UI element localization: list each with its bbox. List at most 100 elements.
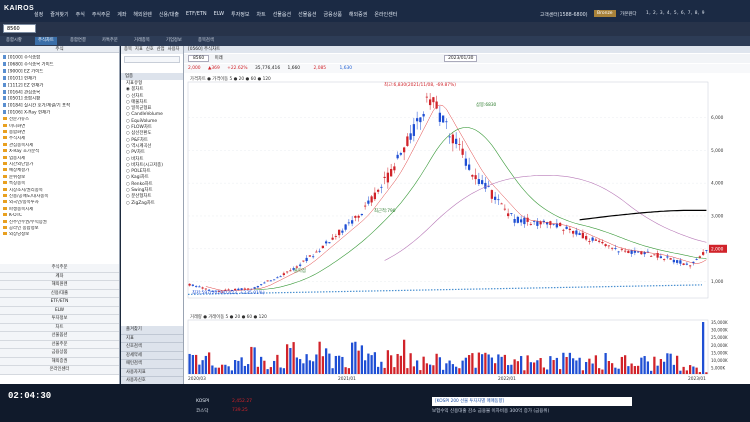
left-menu-item[interactable]: [0164] 관심종목 bbox=[3, 89, 116, 97]
volume-bar bbox=[331, 368, 334, 374]
indicator-button[interactable]: 지표 bbox=[121, 334, 183, 343]
price-volume-chart[interactable]: 6,000 5,000 4,000 3,000 2,000 1,000 최고:6,830(2… bbox=[184, 74, 750, 384]
volume-bar bbox=[409, 353, 412, 374]
menu-item[interactable]: 선물옵션 bbox=[273, 11, 291, 18]
volume-bar bbox=[380, 361, 383, 374]
category-button[interactable]: 온라인센터 bbox=[0, 366, 119, 375]
menu-item[interactable]: 온라인센터 bbox=[374, 11, 397, 18]
category-button[interactable]: 해외원렌 bbox=[0, 281, 119, 290]
category-button[interactable]: 금융상품 bbox=[0, 349, 119, 358]
category-button[interactable]: 투자정보 bbox=[0, 315, 119, 324]
candle-body bbox=[662, 259, 666, 260]
category-button[interactable]: 신용/대출 bbox=[0, 289, 119, 298]
left-menu-item[interactable]: [0184] 실시간 호가/체결/기 포착 bbox=[3, 103, 116, 110]
indicator-tab[interactable]: 지표 bbox=[135, 46, 143, 54]
volume-bar bbox=[581, 370, 585, 374]
left-menu-item[interactable]: [0106] X-Ray 현재가 bbox=[3, 110, 116, 117]
candle-body bbox=[685, 263, 689, 265]
tab-item[interactable]: 주식차트 bbox=[35, 37, 57, 45]
clock: 02:04:30 bbox=[8, 391, 52, 401]
category-button[interactable]: 차트 bbox=[0, 323, 119, 332]
user-name[interactable]: 가본원다 bbox=[620, 11, 637, 17]
category-button[interactable]: 해외증권 bbox=[0, 357, 119, 366]
menu-item[interactable]: 설정 bbox=[34, 11, 43, 18]
chart-date-input[interactable]: 2023/01/30 bbox=[444, 55, 478, 62]
menu-item[interactable]: 차트 bbox=[257, 11, 266, 18]
folder-icon bbox=[3, 142, 7, 146]
menu-item[interactable]: ELW bbox=[214, 11, 224, 17]
menu-item[interactable]: 해외증권 bbox=[349, 11, 367, 18]
candle-body bbox=[575, 230, 578, 235]
category-button[interactable]: 주식주문 bbox=[0, 264, 119, 273]
left-menu-label: 외상당정보 bbox=[9, 232, 30, 238]
menu-item[interactable]: 주식주문 bbox=[92, 11, 110, 18]
indicator-button[interactable]: 패턴검색 bbox=[121, 360, 183, 369]
indicator-button[interactable]: 사용자지표 bbox=[121, 368, 183, 377]
menu-item[interactable]: ETF/ETN bbox=[186, 11, 207, 17]
tab-item[interactable]: 거래종목 bbox=[131, 37, 153, 45]
left-menu-item[interactable]: [9000] EZ 가이드 bbox=[3, 68, 116, 76]
tab-item[interactable]: 종목검색 bbox=[195, 37, 217, 45]
indicator-button[interactable]: 강세약세 bbox=[121, 351, 183, 360]
menu-item[interactable]: 투자정보 bbox=[231, 11, 249, 18]
candle-body bbox=[705, 250, 708, 251]
indicator-tab[interactable]: 산업 bbox=[157, 46, 165, 54]
menu-item[interactable]: 즐겨찾기 bbox=[50, 11, 68, 18]
left-menu-item[interactable]: [0101] 현재가 bbox=[3, 75, 116, 83]
volume-bar bbox=[591, 363, 594, 374]
candle-body bbox=[350, 220, 354, 224]
indicator-tab[interactable]: 사용자 bbox=[168, 46, 180, 54]
left-menu-item[interactable]: [0100] 주식종합 bbox=[3, 55, 116, 62]
indicator-button[interactable]: 신호검색 bbox=[121, 343, 183, 352]
indicator-item[interactable]: ○ ZigZag차트 bbox=[126, 201, 178, 207]
tab-item[interactable]: 종합시황 bbox=[3, 37, 25, 45]
category-button[interactable]: 선물주문 bbox=[0, 340, 119, 349]
category-button[interactable]: 선물옵션 bbox=[0, 332, 119, 341]
volume-bar bbox=[588, 358, 591, 374]
indicator-search[interactable] bbox=[124, 56, 180, 63]
category-button[interactable]: ELW bbox=[0, 306, 119, 315]
menu-item[interactable]: 해외원렌 bbox=[133, 11, 151, 18]
left-menu-item[interactable]: [0501] 종합시황 bbox=[3, 96, 116, 103]
tab-item[interactable]: 종합연결 bbox=[67, 37, 89, 45]
screen-code-input[interactable]: 8560 bbox=[3, 24, 36, 33]
menu-item[interactable]: 계좌 bbox=[117, 11, 126, 18]
category-button[interactable]: 계좌 bbox=[0, 272, 119, 281]
indicator-tab[interactable]: 신호 bbox=[146, 46, 154, 54]
chart-code-input[interactable]: 8560 bbox=[188, 55, 210, 62]
left-menu-item[interactable]: 외상당정보 bbox=[3, 232, 116, 238]
menu-item[interactable]: 신용/대출 bbox=[159, 11, 179, 18]
support-label[interactable]: 고객센터(1588-6800) bbox=[540, 11, 588, 18]
volume-bar bbox=[666, 353, 669, 374]
tab-item[interactable]: 카톡주문 bbox=[99, 37, 121, 45]
news-ticker[interactable]: [KOSPI 200 선물 투자자별 매매동향] bbox=[432, 397, 632, 406]
left-menu-item[interactable]: [1112] EZ 현재가 bbox=[3, 82, 116, 90]
volume-bar bbox=[402, 339, 406, 374]
menu-item[interactable]: 선물옵션 bbox=[298, 11, 316, 18]
volume-bar bbox=[207, 352, 211, 374]
volume-bar bbox=[305, 354, 308, 374]
tab-item[interactable]: 기업정보 bbox=[163, 37, 185, 45]
candle-body bbox=[344, 224, 347, 230]
volume-bar bbox=[363, 360, 367, 374]
folder-icon bbox=[3, 194, 7, 198]
candle-body bbox=[188, 283, 191, 286]
candle-body bbox=[471, 174, 474, 177]
menu-item[interactable]: 주식 bbox=[76, 11, 85, 18]
document-icon bbox=[3, 96, 6, 101]
left-menu-item[interactable]: [0680] 주식종목 가이드 bbox=[3, 61, 116, 69]
volume-bar bbox=[328, 353, 331, 374]
menu-item[interactable]: 금융상품 bbox=[324, 11, 342, 18]
news-headline[interactable]: 보험수익 신용대출 감소 금융불 이자비용 300억 증가 (금융위) bbox=[432, 408, 549, 414]
screen-number-buttons[interactable]: 1, 2, 3, 4, 5, 6, 7, 8, 9 bbox=[646, 11, 705, 16]
indicator-button[interactable]: 즐겨찾기 bbox=[121, 326, 183, 335]
candle-body bbox=[464, 158, 468, 166]
indicator-tab[interactable]: 종목 bbox=[124, 46, 132, 54]
left-menu-label: X-Ray 호가분석 bbox=[9, 149, 40, 155]
volume-bar bbox=[643, 356, 646, 374]
category-button[interactable]: ETF/ETN bbox=[0, 298, 119, 307]
folder-icon bbox=[3, 162, 7, 165]
volume-bar bbox=[337, 355, 341, 374]
volume-bar bbox=[659, 359, 663, 374]
candle-body bbox=[399, 153, 403, 155]
